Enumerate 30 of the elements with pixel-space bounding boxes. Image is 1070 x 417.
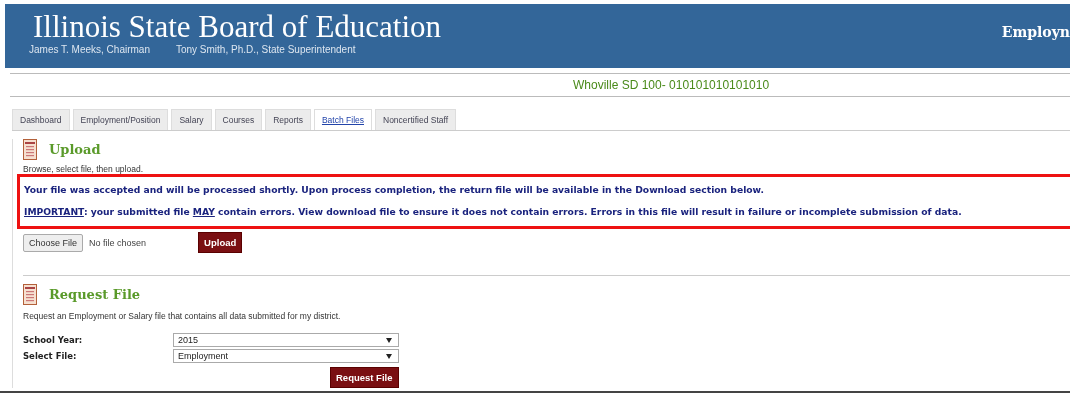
alert-message: Your file was accepted and will be processed shortly. Upon process completion, the return file will be available in the Download section below. — [24, 183, 765, 197]
document-icon — [23, 139, 37, 160]
upload-button[interactable]: Upload — [198, 232, 243, 253]
field-label: School Year: — [23, 335, 84, 345]
field-label: Select File: — [23, 351, 78, 361]
official-name: Tony Smith, Ph.D., State Superintendent — [175, 44, 356, 55]
description-text: Request an Employment or Salary file that contains all data submitted for my district. — [23, 311, 342, 321]
tab[interactable]: Dashboard — [12, 109, 70, 130]
page-title: Employn — [1001, 24, 1070, 42]
tab[interactable]: Salary — [171, 109, 212, 130]
tab[interactable]: Noncertified Staff — [375, 109, 457, 130]
section-title: Request File — [49, 287, 141, 302]
tab[interactable]: Courses — [214, 109, 263, 130]
file-status: No file chosen — [89, 237, 147, 248]
section-title: Upload — [49, 142, 101, 157]
request-file-button[interactable]: Request File — [330, 367, 399, 388]
official-name: James T. Meeks, Chairman — [29, 44, 150, 55]
district-name: Whoville SD 100- 010101010101010 — [573, 78, 770, 92]
select-field[interactable]: 2015 — [173, 333, 399, 347]
site-title: Illinois State Board of Education — [33, 10, 442, 44]
tab[interactable]: Reports — [265, 109, 311, 130]
choose-file-button[interactable]: Choose File — [23, 233, 84, 252]
tab[interactable]: Batch Files — [313, 109, 372, 130]
document-icon — [23, 284, 37, 305]
dropdown-icon — [386, 337, 392, 343]
dropdown-icon — [386, 353, 392, 359]
instruction-text: Browse, select file, then upload. — [23, 164, 144, 174]
alert-message: IMPORTANT: your submitted file MAY contain errors. View download file to ensure it does not contain errors. Errors in this file will result in failure or incomplete submission of data. — [24, 205, 963, 219]
tab[interactable]: Employment/Position — [72, 109, 169, 130]
select-field[interactable]: Employment — [173, 349, 399, 363]
